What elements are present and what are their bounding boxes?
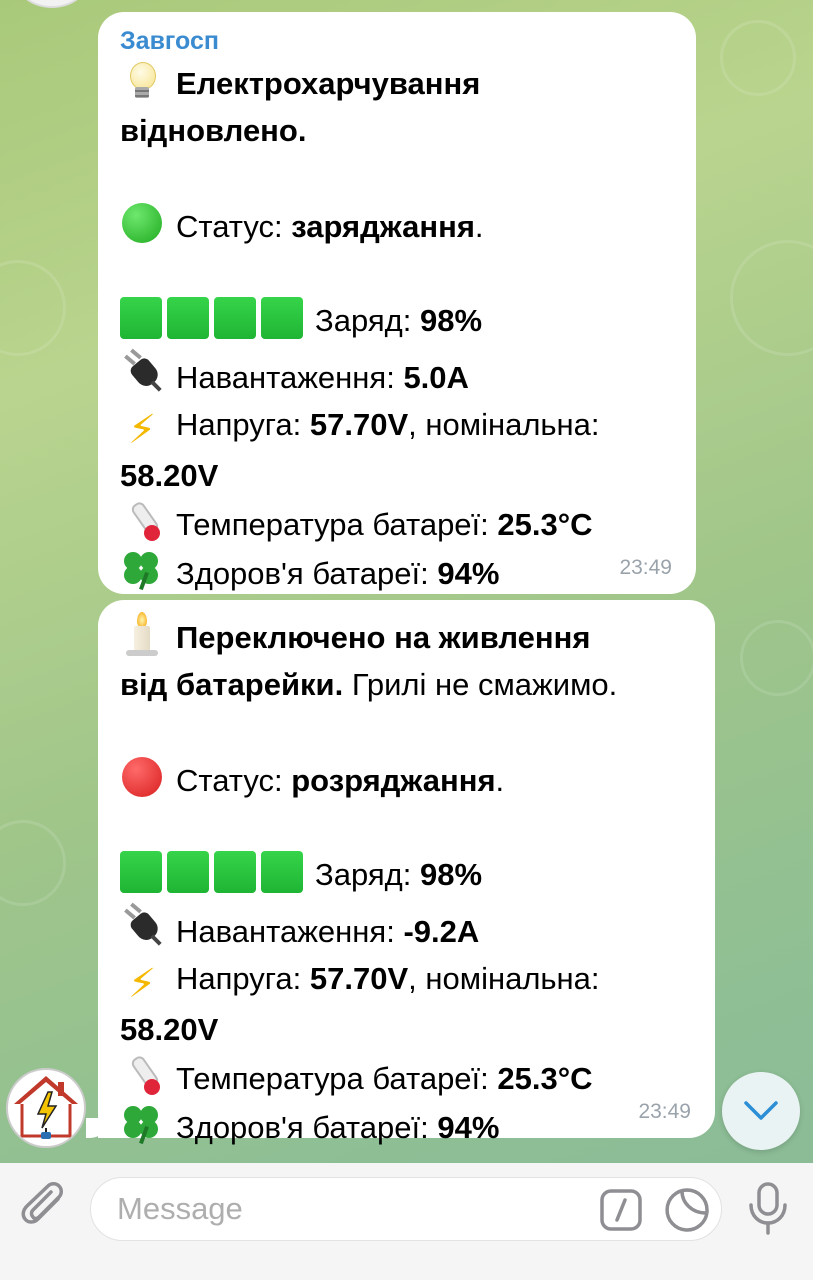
message-time: 23:49	[638, 1100, 691, 1123]
charge-label: Заряд:	[315, 857, 420, 892]
sticker-button[interactable]	[664, 1187, 710, 1233]
health-label: Здоров'я батареї:	[176, 556, 438, 591]
health-value: 94%	[437, 556, 500, 591]
charge-label: Заряд:	[315, 303, 420, 338]
load-value: 5.0A	[403, 360, 469, 395]
sticker-icon	[665, 1188, 709, 1232]
voltage-label: Напруга:	[176, 407, 310, 442]
sender-avatar[interactable]	[6, 1068, 86, 1148]
charge-value: 98%	[419, 303, 483, 338]
load-label: Навантаження:	[176, 360, 404, 395]
green-square-icon	[167, 297, 209, 339]
green-circle-icon	[120, 201, 164, 245]
message-headline-2-rest: Грилі не смажимо.	[343, 667, 618, 702]
lightning-icon: ⚡	[127, 408, 157, 452]
paperclip-icon	[21, 1182, 63, 1224]
status-end: .	[474, 209, 484, 244]
status-label: Статус:	[176, 763, 292, 798]
light-bulb-icon	[120, 58, 164, 102]
green-square-icon	[120, 297, 162, 339]
green-square-icon	[214, 851, 256, 893]
message-headline-2-bold: від батарейки.	[120, 667, 344, 702]
status-label: Статус:	[176, 209, 292, 244]
status-end: .	[495, 763, 505, 798]
thermometer-icon	[120, 1053, 164, 1097]
temp-value: 25.3°C	[497, 507, 593, 542]
sender-name[interactable]: Завгосп	[120, 24, 674, 58]
voltage-value: 57.70V	[309, 407, 409, 442]
message-headline-2: відновлено.	[120, 113, 307, 148]
message-bubble-2[interactable]: Переключено на живлення від батарейки. Г…	[98, 600, 715, 1145]
message-headline: Переключено на живлення	[176, 620, 591, 655]
status-value: заряджання	[291, 209, 475, 244]
nominal-label: , номінальна:	[408, 407, 600, 442]
charge-value: 98%	[419, 857, 483, 892]
message-bubble-1[interactable]: Завгосп Електрохарчування відновлено. Ст…	[98, 12, 696, 594]
green-square-icon	[120, 851, 162, 893]
nominal-value: 58.20V	[120, 458, 219, 493]
battery-level-squares	[120, 851, 303, 906]
message-time: 23:49	[619, 556, 672, 579]
thermometer-icon	[120, 499, 164, 543]
electric-plug-icon	[120, 348, 164, 396]
message-composer	[0, 1163, 813, 1280]
green-square-icon	[261, 297, 303, 339]
slash-command-icon	[600, 1189, 642, 1231]
scroll-to-bottom-button[interactable]	[722, 1072, 800, 1150]
chevron-down-icon	[744, 1101, 778, 1120]
electric-plug-icon	[120, 902, 164, 950]
voice-message-button[interactable]	[746, 1181, 790, 1237]
lightning-icon: ⚡	[127, 962, 157, 1006]
nominal-label: , номінальна:	[408, 961, 600, 996]
candle-icon	[120, 612, 164, 656]
green-square-icon	[214, 297, 256, 339]
previous-avatar	[18, 0, 86, 8]
voltage-value: 57.70V	[309, 961, 409, 996]
temp-label: Температура батареї:	[176, 1061, 498, 1096]
red-circle-icon	[120, 755, 164, 799]
temp-value: 25.3°C	[497, 1061, 593, 1096]
four-leaf-clover-icon	[120, 548, 164, 592]
four-leaf-clover-icon	[120, 1102, 164, 1146]
nominal-value: 58.20V	[120, 1012, 219, 1047]
microphone-icon	[749, 1182, 787, 1235]
load-value: -9.2A	[403, 914, 480, 949]
status-value: розряджання	[291, 763, 496, 798]
voltage-label: Напруга:	[176, 961, 310, 996]
house-lightning-plug-icon	[14, 1076, 78, 1139]
attach-button[interactable]	[20, 1181, 72, 1237]
health-value: 94%	[437, 1110, 500, 1145]
message-headline: Електрохарчування	[176, 66, 481, 101]
health-label: Здоров'я батареї:	[176, 1110, 438, 1145]
temp-label: Температура батареї:	[176, 507, 498, 542]
green-square-icon	[167, 851, 209, 893]
load-label: Навантаження:	[176, 914, 404, 949]
green-square-icon	[261, 851, 303, 893]
battery-level-squares	[120, 297, 303, 352]
commands-button[interactable]	[600, 1189, 642, 1231]
